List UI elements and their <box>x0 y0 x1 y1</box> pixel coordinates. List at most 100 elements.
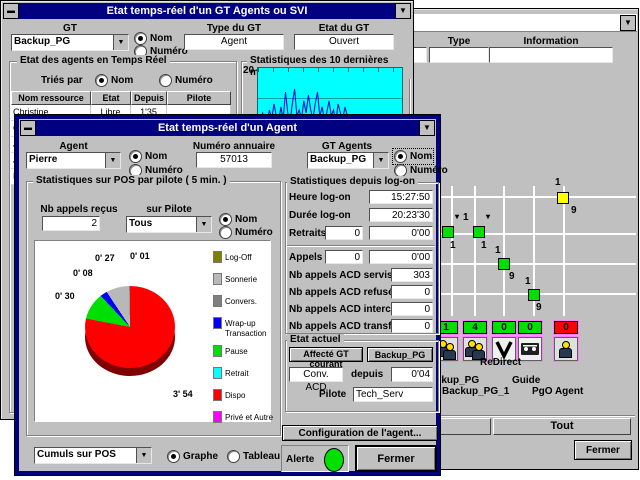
group-title: Statistiques sur POS par pilote ( 5 min.… <box>33 175 230 187</box>
person-icon <box>559 341 572 358</box>
script-node[interactable] <box>473 226 485 238</box>
stat-count: 0 <box>325 226 363 240</box>
node-arrow-icon: ▾ <box>455 212 459 221</box>
node-count: 9 <box>571 205 577 216</box>
pos-radio-nom[interactable]: Nom <box>219 213 257 226</box>
cumuls-combobox[interactable]: Cumuls sur POS ▼ <box>34 447 152 464</box>
etat-gt-label: Etat du GT <box>294 23 394 34</box>
title-bar[interactable]: ▬ Etat temps-réel d'un Agent ▼ <box>20 120 435 136</box>
radio-graphe[interactable]: Graphe <box>167 450 218 463</box>
window-menu-button[interactable]: ▼ <box>620 15 636 31</box>
stat-label: Heure log-on <box>289 192 351 203</box>
combo-arrow-icon[interactable]: ▼ <box>373 153 388 168</box>
node-count: 1 <box>450 240 456 251</box>
pos-radio-numero[interactable]: Numéro <box>219 226 273 239</box>
col-nom-ressource[interactable]: Nom ressource <box>11 91 91 105</box>
gt-label: GT <box>11 23 129 34</box>
affecte-gt-button[interactable]: Affecté GT courant <box>289 347 363 362</box>
gt-agents-combobox[interactable]: Backup_PG ▼ <box>307 152 389 169</box>
node-count: 1 <box>463 212 469 223</box>
grid-vline <box>503 186 505 316</box>
fermer-button[interactable]: Fermer <box>574 440 632 460</box>
queue-count-backup-pg-1[interactable]: 4 <box>463 321 487 334</box>
sort-radio-numero[interactable]: Numéro <box>159 74 213 87</box>
alerte-panel: Alerte <box>281 445 349 472</box>
tries-par-label: Triés par <box>41 75 83 86</box>
grid-vline <box>474 186 476 316</box>
node-count: 1 <box>481 240 487 251</box>
legend-label: Dispo <box>225 391 245 400</box>
script-node[interactable] <box>442 226 454 238</box>
column-header-information: Information <box>489 36 613 47</box>
col-pilote[interactable]: Pilote <box>167 91 231 105</box>
gt-agents-combobox-value: Backup_PG <box>310 154 366 165</box>
sur-pilote-label: sur Pilote <box>126 204 212 215</box>
configuration-button[interactable]: Configuration de l'agent... <box>282 425 438 441</box>
grid-hline <box>441 196 636 198</box>
system-menu-icon: ▬ <box>24 123 32 132</box>
type-gt-value: Agent <box>184 34 284 50</box>
combo-arrow-icon[interactable]: ▼ <box>196 217 211 232</box>
script-node[interactable] <box>498 258 510 270</box>
script-node[interactable] <box>528 289 540 301</box>
col-depuis[interactable]: Depuis <box>131 91 167 105</box>
etat-actuel-value: Conv. ACD <box>289 367 343 382</box>
stat-label: Nb appels ACD refusés <box>289 287 399 298</box>
pie-chart <box>85 286 175 368</box>
legend-swatch <box>213 273 222 285</box>
minimize-button[interactable]: ▼ <box>395 3 411 19</box>
field-type <box>429 47 489 63</box>
queue-label: Backup_PG_1 <box>442 386 509 397</box>
legend-label: Transaction <box>225 329 267 338</box>
stat-label: Durée log-on <box>289 210 351 221</box>
grid-vline <box>563 186 565 316</box>
combo-arrow-icon[interactable]: ▼ <box>113 35 128 50</box>
node-arrow-icon: ▾ <box>486 212 490 221</box>
queue-label: Guide <box>512 375 540 386</box>
gt-radio-nom[interactable]: Nom <box>134 32 172 45</box>
dropdown-icon: ▼ <box>624 18 632 27</box>
pilote-combobox[interactable]: Tous ▼ <box>126 216 212 233</box>
combo-arrow-icon[interactable]: ▼ <box>136 448 151 463</box>
stat-count: 0 <box>325 250 363 264</box>
minimize-button[interactable]: ▼ <box>419 120 435 136</box>
depuis-value: 0'04 <box>391 367 433 382</box>
queue-count-guide[interactable]: 0 <box>518 321 542 334</box>
guide-cassette-icon[interactable] <box>518 337 542 361</box>
legend-swatch <box>213 411 222 423</box>
col-etat[interactable]: Etat <box>91 91 131 105</box>
legend-swatch <box>213 251 222 263</box>
group-title: Statistiques depuis log-on <box>287 176 418 188</box>
gt-combobox-value: Backup_PG <box>14 36 70 47</box>
fermer-button[interactable]: Fermer <box>355 445 437 472</box>
tab-tout[interactable]: Tout <box>493 418 631 435</box>
combo-arrow-icon[interactable]: ▼ <box>105 153 120 168</box>
queue-count-redirect[interactable]: 0 <box>492 321 516 334</box>
radio-tableau[interactable]: Tableau <box>227 450 280 463</box>
pie-chart-panel: 0' 27 0' 01 0' 08 0' 30 3' 54 Log-Off So… <box>34 240 271 422</box>
title-bar[interactable]: ▬ Etat temps-réel d'un GT Agents ou SVI … <box>3 3 411 19</box>
window-title: Etat temps-réel d'un GT Agents ou SVI <box>107 5 308 17</box>
pilote-combobox-value: Tous <box>129 218 152 229</box>
node-count: 1 <box>495 245 501 256</box>
system-menu-button[interactable]: ▬ <box>20 120 36 136</box>
cumuls-combobox-value: Cumuls sur POS <box>37 449 116 460</box>
agent-label: Agent <box>26 141 121 152</box>
desktop: ▼ Type Information 1 9 1 ▾ 1 1 ▾ 1 1 9 1… <box>0 0 640 480</box>
agent-icon[interactable] <box>554 337 578 361</box>
gt-agents-radio-nom[interactable]: Nom <box>394 150 432 163</box>
gt-courant-button[interactable]: Backup_PG <box>367 347 433 362</box>
legend-swatch <box>213 389 222 401</box>
script-node[interactable] <box>557 192 569 204</box>
divider <box>287 245 435 246</box>
title-bar-inactive[interactable] <box>406 14 637 32</box>
gt-combobox[interactable]: Backup_PG ▼ <box>11 34 129 51</box>
agent-radio-nom[interactable]: Nom <box>129 150 167 163</box>
numero-annuaire-label: Numéro annuaire <box>191 141 277 152</box>
queue-count-pgo-agent[interactable]: 0 <box>554 321 578 334</box>
agent-combobox[interactable]: Pierre ▼ <box>26 152 121 169</box>
system-menu-button[interactable]: ▬ <box>3 3 19 19</box>
legend-label: Retrait <box>225 369 249 378</box>
sort-radio-nom[interactable]: Nom <box>95 74 133 87</box>
pie-label-dispo: 3' 54 <box>173 389 193 399</box>
